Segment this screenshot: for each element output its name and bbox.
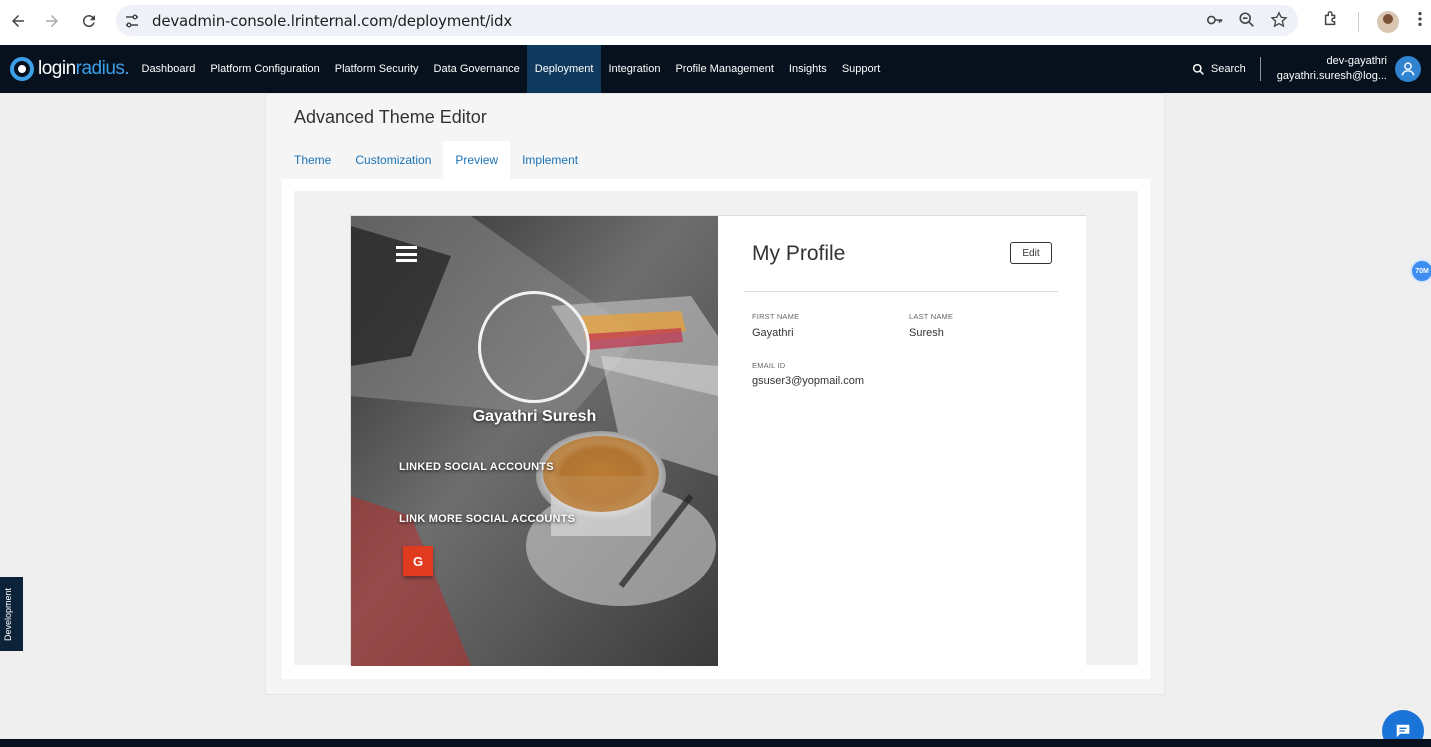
profile-preview-card: Gayathri Suresh LINKED SOCIAL ACCOUNTS L… bbox=[350, 215, 1086, 666]
header-search[interactable]: Search bbox=[1192, 57, 1261, 81]
nav-insights[interactable]: Insights bbox=[781, 45, 834, 93]
loginradius-logo[interactable]: loginradius. bbox=[10, 57, 134, 81]
preview-frame: Gayathri Suresh LINKED SOCIAL ACCOUNTS L… bbox=[294, 191, 1138, 666]
nav-dashboard[interactable]: Dashboard bbox=[134, 45, 203, 93]
first-name-value: Gayathri bbox=[752, 327, 794, 339]
profile-avatar[interactable] bbox=[1377, 10, 1399, 33]
site-settings-icon[interactable] bbox=[124, 13, 140, 29]
user-name: dev-gayathri bbox=[1326, 55, 1387, 67]
user-info[interactable]: dev-gayathri gayathri.suresh@log... bbox=[1261, 54, 1395, 84]
logo-text: loginradius. bbox=[38, 58, 130, 79]
user-email: gayathri.suresh@log... bbox=[1276, 70, 1387, 82]
extensions-icon[interactable] bbox=[1322, 10, 1340, 33]
development-tab-label: Development bbox=[3, 587, 13, 641]
development-side-tab[interactable]: Development bbox=[0, 577, 23, 651]
linked-social-accounts-link[interactable]: LINKED SOCIAL ACCOUNTS bbox=[399, 461, 554, 473]
first-name-label: FIRST NAME bbox=[752, 312, 800, 321]
footer-bar bbox=[0, 739, 1431, 747]
last-name-value: Suresh bbox=[909, 327, 944, 339]
profile-details: My Profile Edit FIRST NAME Gayathri LAST… bbox=[718, 216, 1086, 666]
profile-sidebar: Gayathri Suresh LINKED SOCIAL ACCOUNTS L… bbox=[351, 216, 718, 666]
nav-data-governance[interactable]: Data Governance bbox=[426, 45, 527, 93]
nav-profile-management[interactable]: Profile Management bbox=[668, 45, 781, 93]
profile-avatar-placeholder bbox=[478, 291, 590, 403]
chat-icon bbox=[1396, 724, 1410, 738]
page-title: Advanced Theme Editor bbox=[294, 107, 487, 127]
zoom-icon[interactable] bbox=[1238, 11, 1256, 29]
nav-support[interactable]: Support bbox=[834, 45, 888, 93]
nav-integration[interactable]: Integration bbox=[601, 45, 668, 93]
google-icon[interactable]: G bbox=[403, 546, 433, 576]
tab-content: Gayathri Suresh LINKED SOCIAL ACCOUNTS L… bbox=[282, 179, 1150, 679]
address-bar[interactable]: devadmin-console.lrinternal.com/deployme… bbox=[116, 5, 1298, 36]
password-key-icon[interactable] bbox=[1206, 11, 1224, 29]
profile-heading: My Profile bbox=[752, 242, 846, 265]
logo-mark-icon bbox=[10, 57, 34, 81]
hamburger-menu-icon[interactable] bbox=[396, 246, 417, 262]
background-photo bbox=[351, 216, 718, 666]
reload-icon[interactable] bbox=[77, 9, 101, 33]
tab-theme[interactable]: Theme bbox=[282, 141, 343, 179]
search-icon bbox=[1192, 63, 1204, 75]
browser-toolbar: devadmin-console.lrinternal.com/deployme… bbox=[0, 0, 1431, 45]
forward-arrow-icon[interactable] bbox=[40, 9, 64, 33]
bookmark-star-icon[interactable] bbox=[1270, 11, 1288, 29]
link-more-social-accounts-link[interactable]: LINK MORE SOCIAL ACCOUNTS bbox=[399, 513, 575, 525]
email-value: gsuser3@yopmail.com bbox=[752, 375, 865, 387]
back-arrow-icon[interactable] bbox=[6, 9, 30, 33]
editor-tabs: Theme Customization Preview Implement bbox=[282, 141, 590, 179]
last-name-label: LAST NAME bbox=[909, 312, 954, 321]
tab-implement[interactable]: Implement bbox=[510, 141, 590, 179]
url-text[interactable]: devadmin-console.lrinternal.com/deployme… bbox=[152, 12, 512, 30]
nav-platform-security[interactable]: Platform Security bbox=[327, 45, 426, 93]
top-navigation: Dashboard Platform Configuration Platfor… bbox=[134, 45, 888, 93]
app-header: loginradius. Dashboard Platform Configur… bbox=[0, 45, 1431, 93]
theme-editor-panel: Advanced Theme Editor Theme Customizatio… bbox=[265, 93, 1165, 695]
email-label: EMAIL ID bbox=[752, 361, 786, 370]
toolbar-divider bbox=[1358, 11, 1359, 32]
search-label: Search bbox=[1210, 63, 1246, 75]
nav-platform-configuration[interactable]: Platform Configuration bbox=[203, 45, 327, 93]
tab-customization[interactable]: Customization bbox=[343, 141, 443, 179]
profile-full-name: Gayathri Suresh bbox=[472, 408, 597, 425]
floating-badge[interactable]: 70M bbox=[1410, 259, 1431, 283]
tab-preview[interactable]: Preview bbox=[443, 141, 511, 179]
nav-deployment[interactable]: Deployment bbox=[527, 45, 601, 93]
divider bbox=[744, 291, 1058, 292]
user-account-icon[interactable] bbox=[1395, 56, 1421, 82]
more-menu-icon[interactable] bbox=[1417, 10, 1423, 33]
edit-button[interactable]: Edit bbox=[1010, 242, 1052, 264]
